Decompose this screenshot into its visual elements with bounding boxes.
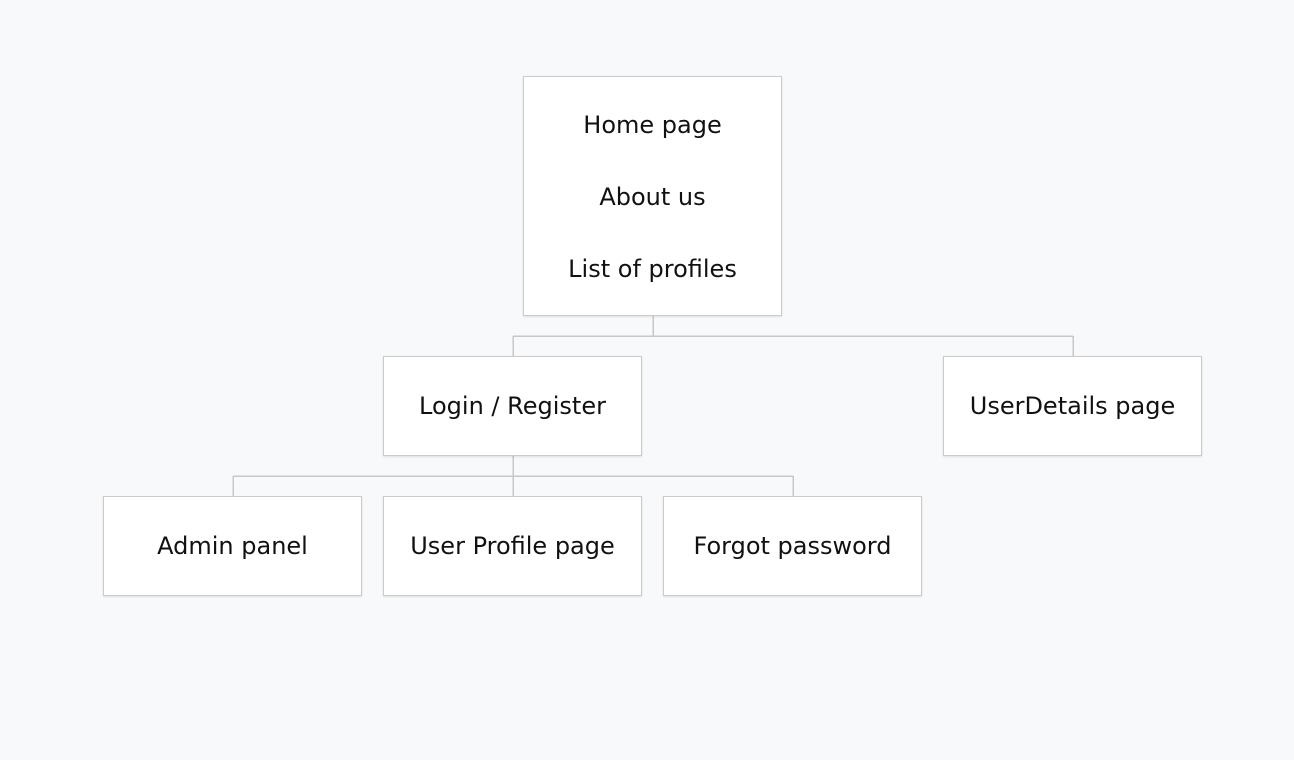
node-label-user-profile-page: User Profile page xyxy=(410,532,615,560)
node-root[interactable]: Home page About us List of profiles xyxy=(523,76,782,316)
node-label-forgot-password: Forgot password xyxy=(693,532,892,560)
node-label-admin-panel: Admin panel xyxy=(157,532,308,560)
node-label-login-register: Login / Register xyxy=(419,392,606,420)
node-forgot-password[interactable]: Forgot password xyxy=(663,496,922,596)
node-admin-panel[interactable]: Admin panel xyxy=(103,496,362,596)
sitemap-diagram: Home page About us List of profiles Logi… xyxy=(0,0,1294,760)
node-label-list-of-profiles: List of profiles xyxy=(568,255,737,283)
node-user-profile-page[interactable]: User Profile page xyxy=(383,496,642,596)
node-label-about-us: About us xyxy=(599,183,706,211)
node-login-register[interactable]: Login / Register xyxy=(383,356,642,456)
node-label-userdetails-page: UserDetails page xyxy=(969,392,1176,420)
node-userdetails-page[interactable]: UserDetails page xyxy=(943,356,1202,456)
node-label-home-page: Home page xyxy=(583,111,722,139)
